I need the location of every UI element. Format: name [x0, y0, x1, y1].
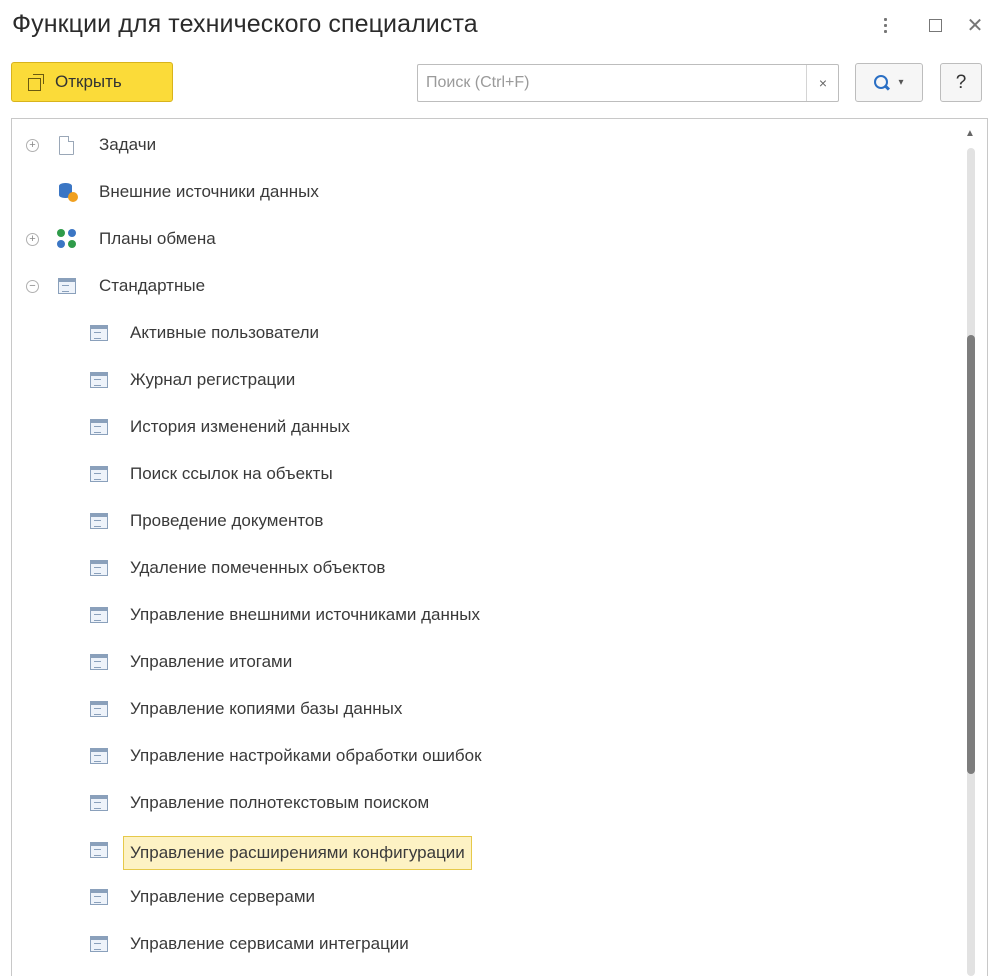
tree-item-standard[interactable]: − Стандартные — [12, 266, 962, 306]
expand-icon[interactable]: + — [26, 138, 39, 152]
tree-item-label: Проведение документов — [130, 511, 324, 530]
maximize-icon — [928, 18, 942, 32]
tree-item-fulltext-search[interactable]: Управление полнотекстовым поиском — [12, 783, 962, 823]
tree-item-label: Управление полнотекстовым поиском — [130, 793, 430, 812]
vertical-scrollbar[interactable]: ▲ — [960, 120, 982, 976]
chevron-down-icon: ▾ — [898, 77, 904, 88]
scroll-thumb[interactable] — [967, 335, 975, 774]
form-icon — [90, 560, 108, 576]
close-icon: ✕ — [966, 14, 984, 37]
tree-item-manage-backups[interactable]: Управление копиями базы данных — [12, 689, 962, 729]
exchange-icon — [57, 229, 77, 249]
magnifier-icon — [874, 74, 890, 91]
form-icon — [90, 607, 108, 623]
tree-item-label: Управление расширениями конфигурации — [123, 836, 472, 870]
window: Функции для технического специалиста ✕ О… — [0, 0, 997, 976]
tree-item-label: Управление сервисами интеграции — [130, 934, 409, 953]
form-icon — [90, 701, 108, 717]
form-icon — [90, 842, 108, 858]
tree-item-label: Задачи — [99, 135, 157, 154]
tree-item-label: Внешние источники данных — [99, 182, 319, 201]
title-bar: Функции для технического специалиста ✕ — [0, 0, 997, 50]
tree-item-error-settings[interactable]: Управление настройками обработки ошибок — [12, 736, 962, 776]
form-icon — [90, 325, 108, 341]
tree-item-label: Управление внешними источниками данных — [130, 605, 480, 624]
clear-search-button[interactable]: × — [806, 65, 839, 101]
tree-item-label: Удаление помеченных объектов — [130, 558, 386, 577]
more-actions-button[interactable] — [872, 12, 898, 38]
open-button[interactable]: Открыть — [11, 62, 173, 102]
open-button-label: Открыть — [55, 72, 122, 91]
form-icon — [90, 936, 108, 952]
clear-icon: × — [818, 75, 828, 91]
tree-item-post-documents[interactable]: Проведение документов — [12, 501, 962, 541]
form-icon — [90, 466, 108, 482]
form-icon — [90, 419, 108, 435]
tree-item-label: Планы обмена — [99, 229, 216, 248]
tree-item-active-users[interactable]: Активные пользователи — [12, 313, 962, 353]
help-button-label: ? — [955, 71, 967, 93]
collapse-icon[interactable]: − — [26, 279, 39, 293]
maximize-button[interactable] — [922, 12, 948, 38]
tree-item-exchange-plans[interactable]: + Планы обмена — [12, 219, 962, 259]
function-tree: + Задачи Внешние источники данных + План… — [11, 118, 988, 976]
search-box: × — [417, 64, 839, 102]
form-icon — [90, 795, 108, 811]
scroll-up-icon[interactable]: ▲ — [965, 128, 975, 139]
database-icon — [58, 182, 78, 202]
tree-item-config-extensions[interactable]: Управление расширениями конфигурации — [12, 830, 962, 870]
window-title: Функции для технического специалиста — [12, 10, 478, 38]
open-icon — [28, 74, 46, 91]
tree-item-integration-services[interactable]: Управление сервисами интеграции — [12, 924, 962, 964]
tree-item-label: История изменений данных — [130, 417, 350, 436]
tree-item-label: Управление серверами — [130, 887, 316, 906]
tree-item-manage-external-sources[interactable]: Управление внешними источниками данных — [12, 595, 962, 635]
form-icon — [90, 889, 108, 905]
tree-item-external-data-sources[interactable]: Внешние источники данных — [12, 172, 962, 212]
tree-item-manage-totals[interactable]: Управление итогами — [12, 642, 962, 682]
help-button[interactable]: ? — [940, 63, 982, 102]
tree-item-find-references[interactable]: Поиск ссылок на объекты — [12, 454, 962, 494]
expand-icon[interactable]: + — [26, 232, 39, 246]
tree-item-label: Стандартные — [99, 276, 206, 295]
close-button[interactable]: ✕ — [962, 12, 988, 38]
search-button[interactable]: ▾ — [855, 63, 923, 102]
tree-item-label: Поиск ссылок на объекты — [130, 464, 333, 483]
form-icon — [90, 513, 108, 529]
tree-item-delete-marked[interactable]: Удаление помеченных объектов — [12, 548, 962, 588]
tree-item-label: Активные пользователи — [130, 323, 320, 342]
form-icon — [90, 654, 108, 670]
vertical-dots-icon — [883, 17, 887, 33]
tree-item-manage-servers[interactable]: Управление серверами — [12, 877, 962, 917]
search-input[interactable] — [418, 65, 806, 101]
tree-item-label: Управление копиями базы данных — [130, 699, 403, 718]
tree-item-label: Управление настройками обработки ошибок — [130, 746, 482, 765]
tree-item-data-history[interactable]: История изменений данных — [12, 407, 962, 447]
tree-item-label: Управление итогами — [130, 652, 293, 671]
tree-item-tasks[interactable]: + Задачи — [12, 125, 962, 165]
tree-item-label: Журнал регистрации — [130, 370, 296, 389]
form-icon — [58, 278, 76, 294]
form-icon — [90, 748, 108, 764]
tree-item-event-log[interactable]: Журнал регистрации — [12, 360, 962, 400]
document-icon — [59, 135, 74, 155]
form-icon — [90, 372, 108, 388]
